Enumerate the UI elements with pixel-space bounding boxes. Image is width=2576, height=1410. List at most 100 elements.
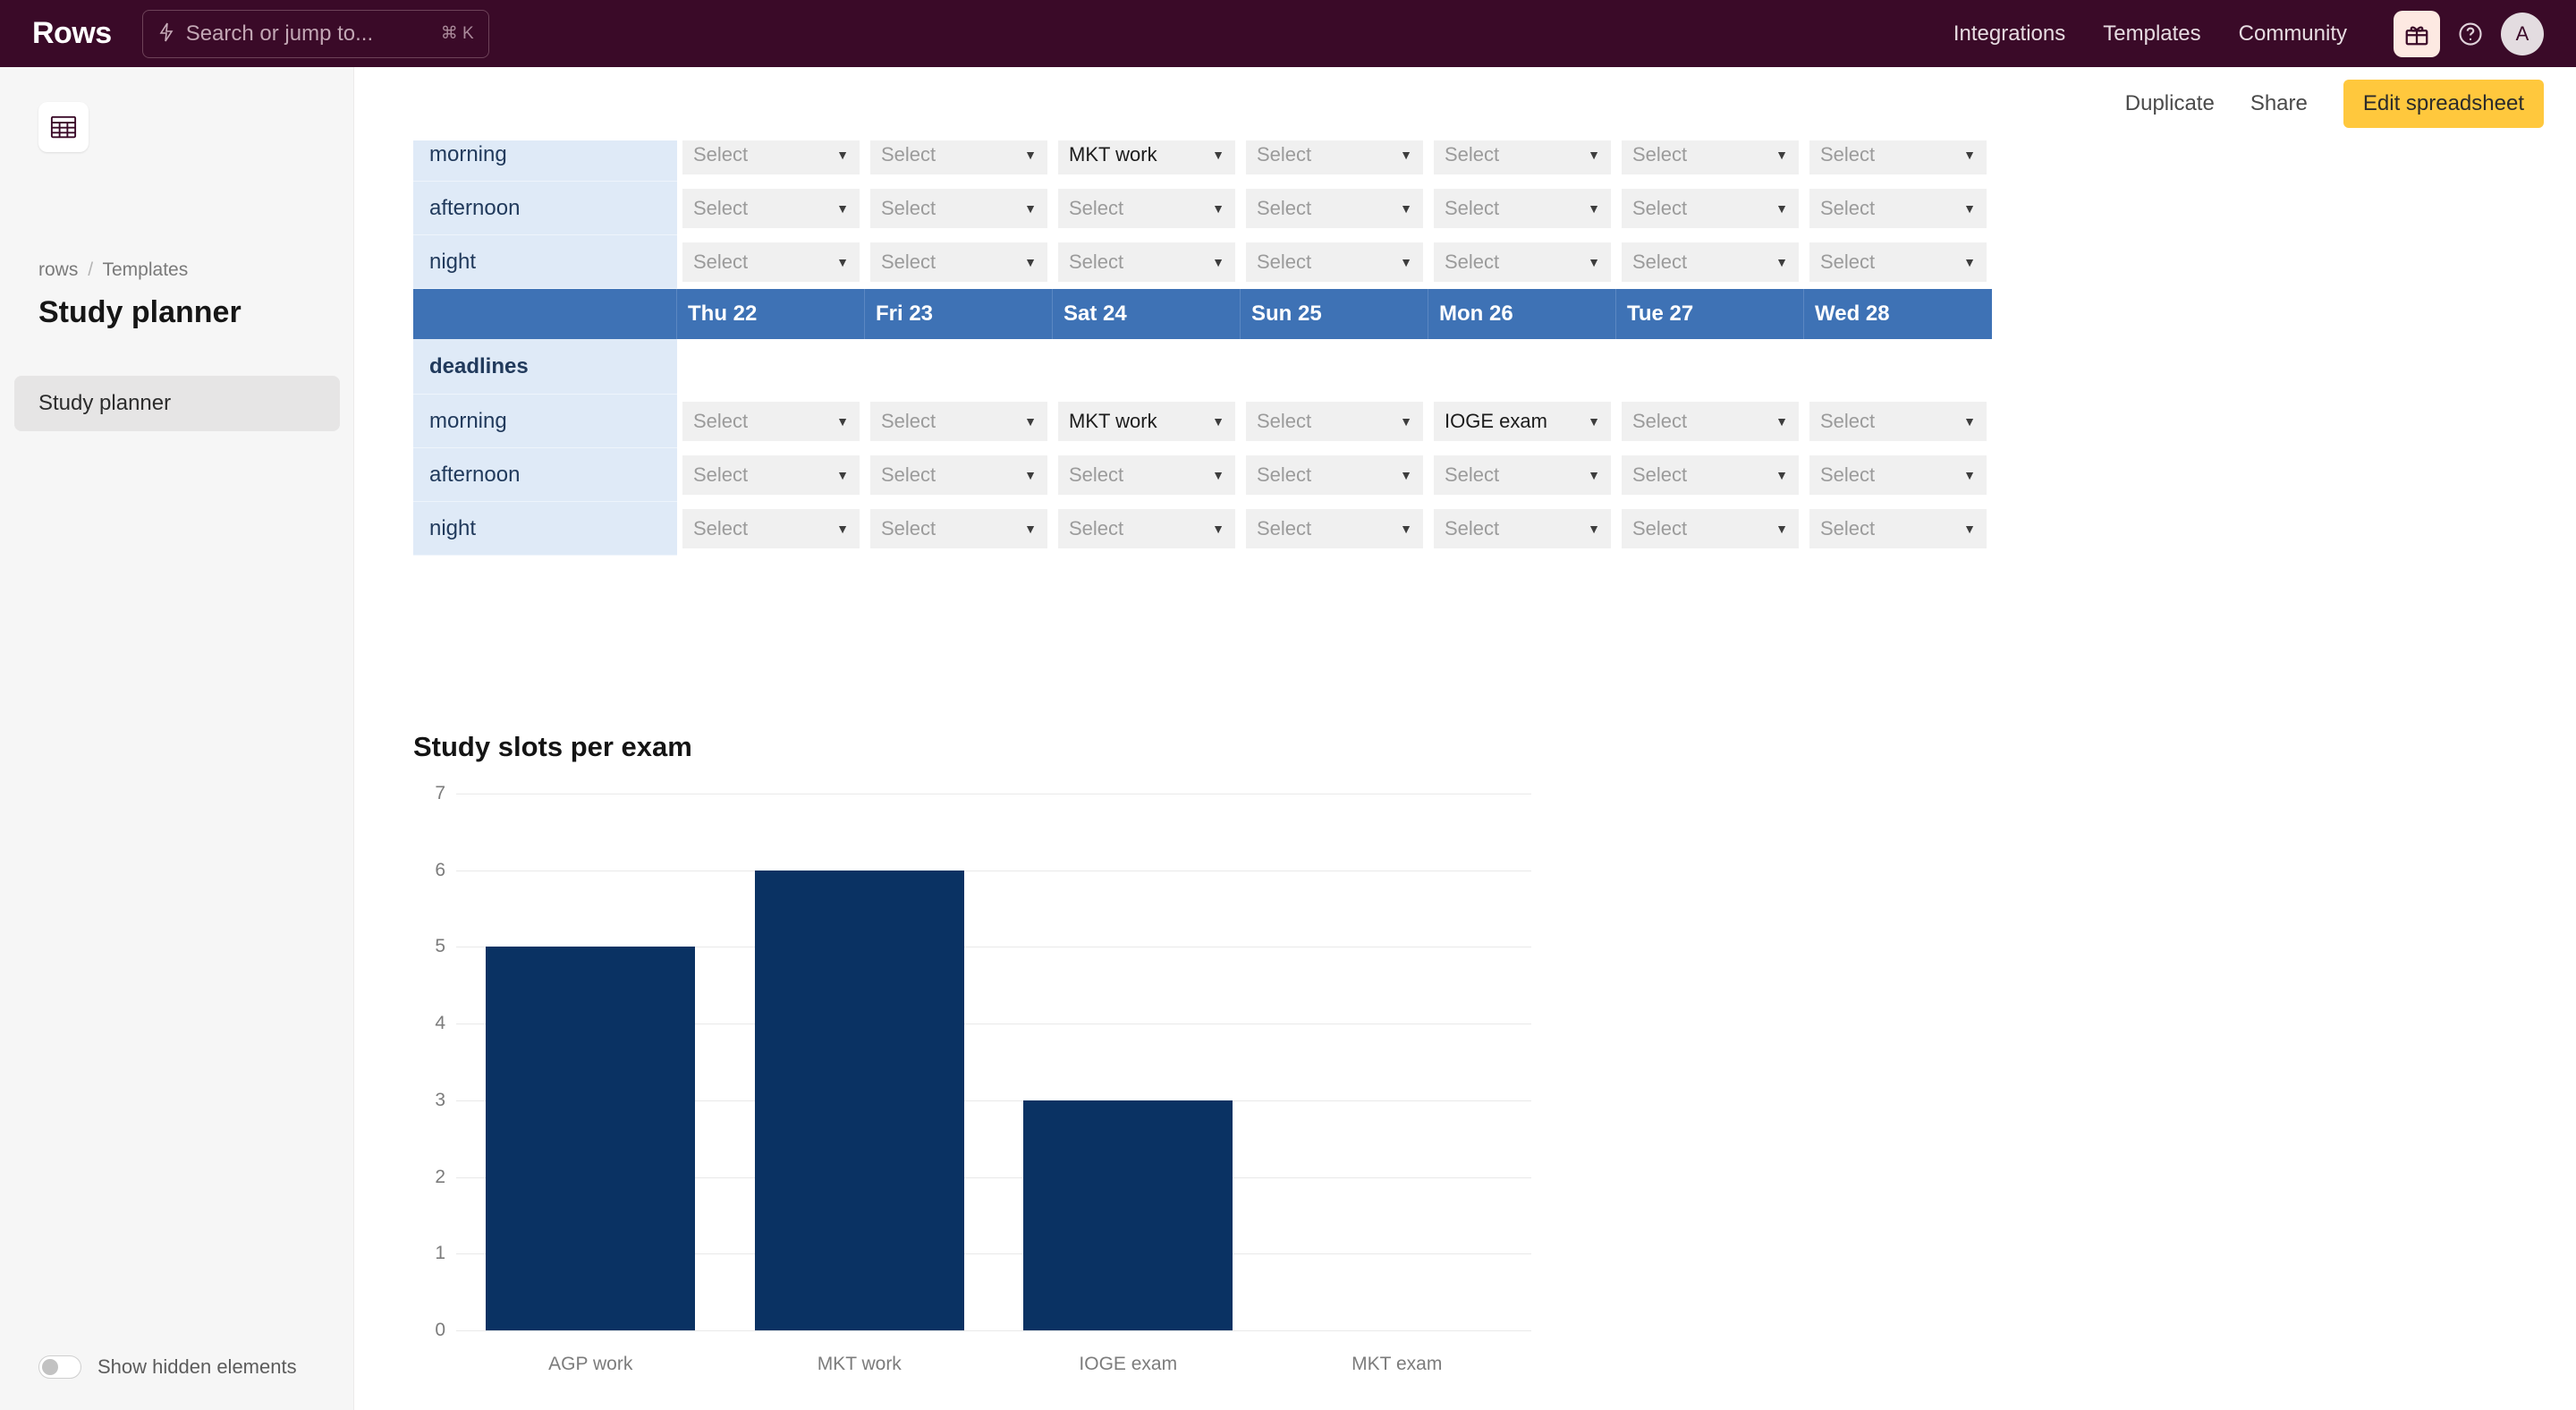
nav-link-integrations[interactable]: Integrations (1953, 21, 2065, 47)
planner-select-value: Select (1820, 463, 1876, 486)
planner-select[interactable]: Select ▼ (1246, 140, 1423, 174)
planner-select[interactable]: Select ▼ (1809, 140, 1987, 174)
chevron-down-icon: ▼ (1400, 201, 1412, 216)
planner-select-value: Select (881, 517, 936, 539)
planner-row-label: deadlines (413, 339, 677, 395)
chart-x-tick-label: MKT work (817, 1354, 902, 1374)
planner-select[interactable]: IOGE exam ▼ (1434, 402, 1611, 441)
toggle-switch[interactable] (38, 1355, 81, 1379)
bar-chart-plot: 0 1 2 3 4 5 6 7 AGP work MKT work IOGE exam MKT exa… (413, 783, 1531, 1374)
planner-select[interactable]: Select ▼ (1809, 509, 1987, 548)
chevron-down-icon: ▼ (1775, 414, 1788, 429)
chevron-down-icon: ▼ (836, 522, 849, 536)
planner-select-value: Select (881, 463, 936, 486)
planner-cell: IOGE exam ▼ (1428, 395, 1616, 448)
planner-select[interactable]: Select ▼ (1246, 455, 1423, 495)
planner-select[interactable]: Select ▼ (1622, 402, 1799, 441)
chevron-down-icon: ▼ (1400, 414, 1412, 429)
planner-select-value: Select (1632, 410, 1688, 432)
planner-select[interactable]: Select ▼ (1434, 242, 1611, 282)
planner-select-value: Select (881, 251, 936, 273)
planner-select[interactable]: Select ▼ (1809, 402, 1987, 441)
planner-select[interactable]: Select ▼ (1622, 509, 1799, 548)
spreadsheet-icon[interactable] (38, 102, 89, 152)
gift-icon[interactable] (2394, 10, 2440, 57)
planner-select[interactable]: MKT work ▼ (1058, 140, 1235, 174)
planner-select[interactable]: Select ▼ (870, 140, 1047, 174)
planner-select[interactable]: Select ▼ (1058, 509, 1235, 548)
planner-select-value: Select (1257, 517, 1312, 539)
planner-select[interactable]: Select ▼ (1058, 455, 1235, 495)
planner-select[interactable]: Select ▼ (1246, 242, 1423, 282)
planner-select[interactable]: Select ▼ (1622, 242, 1799, 282)
question-circle-icon[interactable] (2453, 16, 2488, 52)
brand-logo[interactable]: Rows (32, 16, 112, 51)
chevron-down-icon: ▼ (1775, 148, 1788, 162)
planner-select[interactable]: Select ▼ (1622, 189, 1799, 228)
chart-bar[interactable] (1023, 1100, 1233, 1330)
duplicate-button[interactable]: Duplicate (2125, 91, 2215, 116)
chevron-down-icon: ▼ (1024, 468, 1037, 482)
chart-bar[interactable] (754, 870, 964, 1330)
planner-select-value: Select (1632, 143, 1688, 166)
chevron-down-icon: ▼ (1588, 468, 1600, 482)
share-button[interactable]: Share (2250, 91, 2308, 116)
planner-date-header: Sun 25 (1241, 289, 1428, 339)
planner-cell: Select ▼ (1053, 182, 1241, 235)
nav-link-community[interactable]: Community (2239, 21, 2347, 47)
planner-cell: Select ▼ (1616, 448, 1804, 502)
planner-select[interactable]: MKT work ▼ (1058, 402, 1235, 441)
planner-select[interactable]: Select ▼ (1246, 509, 1423, 548)
planner-select[interactable]: Select ▼ (682, 455, 860, 495)
planner-select[interactable]: Select ▼ (1434, 509, 1611, 548)
planner-select[interactable]: Select ▼ (1622, 455, 1799, 495)
planner-select[interactable]: Select ▼ (870, 189, 1047, 228)
planner-select[interactable]: Select ▼ (1058, 189, 1235, 228)
planner-select[interactable]: Select ▼ (870, 455, 1047, 495)
navbar-right: Integrations Templates Community A (1953, 10, 2544, 57)
planner-select-value: Select (693, 410, 749, 432)
planner-select[interactable]: Select ▼ (1434, 455, 1611, 495)
breadcrumb-root[interactable]: rows (38, 259, 78, 280)
planner-row-label: morning (413, 140, 677, 182)
sidebar-item-label: Study planner (38, 391, 172, 415)
chevron-down-icon: ▼ (1212, 148, 1224, 162)
chevron-down-icon: ▼ (1775, 255, 1788, 269)
chevron-down-icon: ▼ (1212, 414, 1224, 429)
planner-select[interactable]: Select ▼ (682, 242, 860, 282)
nav-link-templates[interactable]: Templates (2103, 21, 2200, 47)
planner-date-header: Wed 28 (1815, 302, 1890, 326)
sidebar-item-study-planner[interactable]: Study planner (14, 376, 340, 431)
search-input[interactable]: Search or jump to... ⌘ K (141, 9, 489, 58)
planner-row-label: afternoon (413, 182, 677, 235)
planner-cell-empty (865, 339, 1053, 395)
avatar[interactable]: A (2501, 12, 2544, 55)
planner-date-header: Mon 26 (1428, 289, 1616, 339)
planner-select[interactable]: Select ▼ (1622, 140, 1799, 174)
planner-cell: Select ▼ (1241, 140, 1428, 182)
planner-select[interactable]: Select ▼ (682, 509, 860, 548)
planner-select[interactable]: Select ▼ (1809, 455, 1987, 495)
planner-date-header: Fri 23 (865, 289, 1053, 339)
planner-select[interactable]: Select ▼ (1434, 140, 1611, 174)
planner-select[interactable]: Select ▼ (1058, 242, 1235, 282)
planner-select[interactable]: Select ▼ (1246, 189, 1423, 228)
chevron-down-icon: ▼ (1212, 468, 1224, 482)
planner-cell: Select ▼ (1428, 140, 1616, 182)
planner-select[interactable]: Select ▼ (1809, 242, 1987, 282)
planner-select[interactable]: Select ▼ (870, 242, 1047, 282)
chart-bar[interactable] (486, 947, 696, 1330)
edit-spreadsheet-button[interactable]: Edit spreadsheet (2343, 80, 2544, 128)
planner-select[interactable]: Select ▼ (682, 140, 860, 174)
planner-select[interactable]: Select ▼ (1246, 402, 1423, 441)
planner-select[interactable]: Select ▼ (870, 402, 1047, 441)
planner-cell: Select ▼ (677, 395, 865, 448)
planner-select[interactable]: Select ▼ (1809, 189, 1987, 228)
planner-select[interactable]: Select ▼ (682, 402, 860, 441)
planner-select[interactable]: Select ▼ (682, 189, 860, 228)
planner-cell: Select ▼ (1428, 502, 1616, 556)
show-hidden-elements-toggle[interactable]: Show hidden elements (38, 1355, 297, 1379)
breadcrumb-section[interactable]: Templates (103, 259, 189, 280)
planner-select[interactable]: Select ▼ (1434, 189, 1611, 228)
planner-select[interactable]: Select ▼ (870, 509, 1047, 548)
